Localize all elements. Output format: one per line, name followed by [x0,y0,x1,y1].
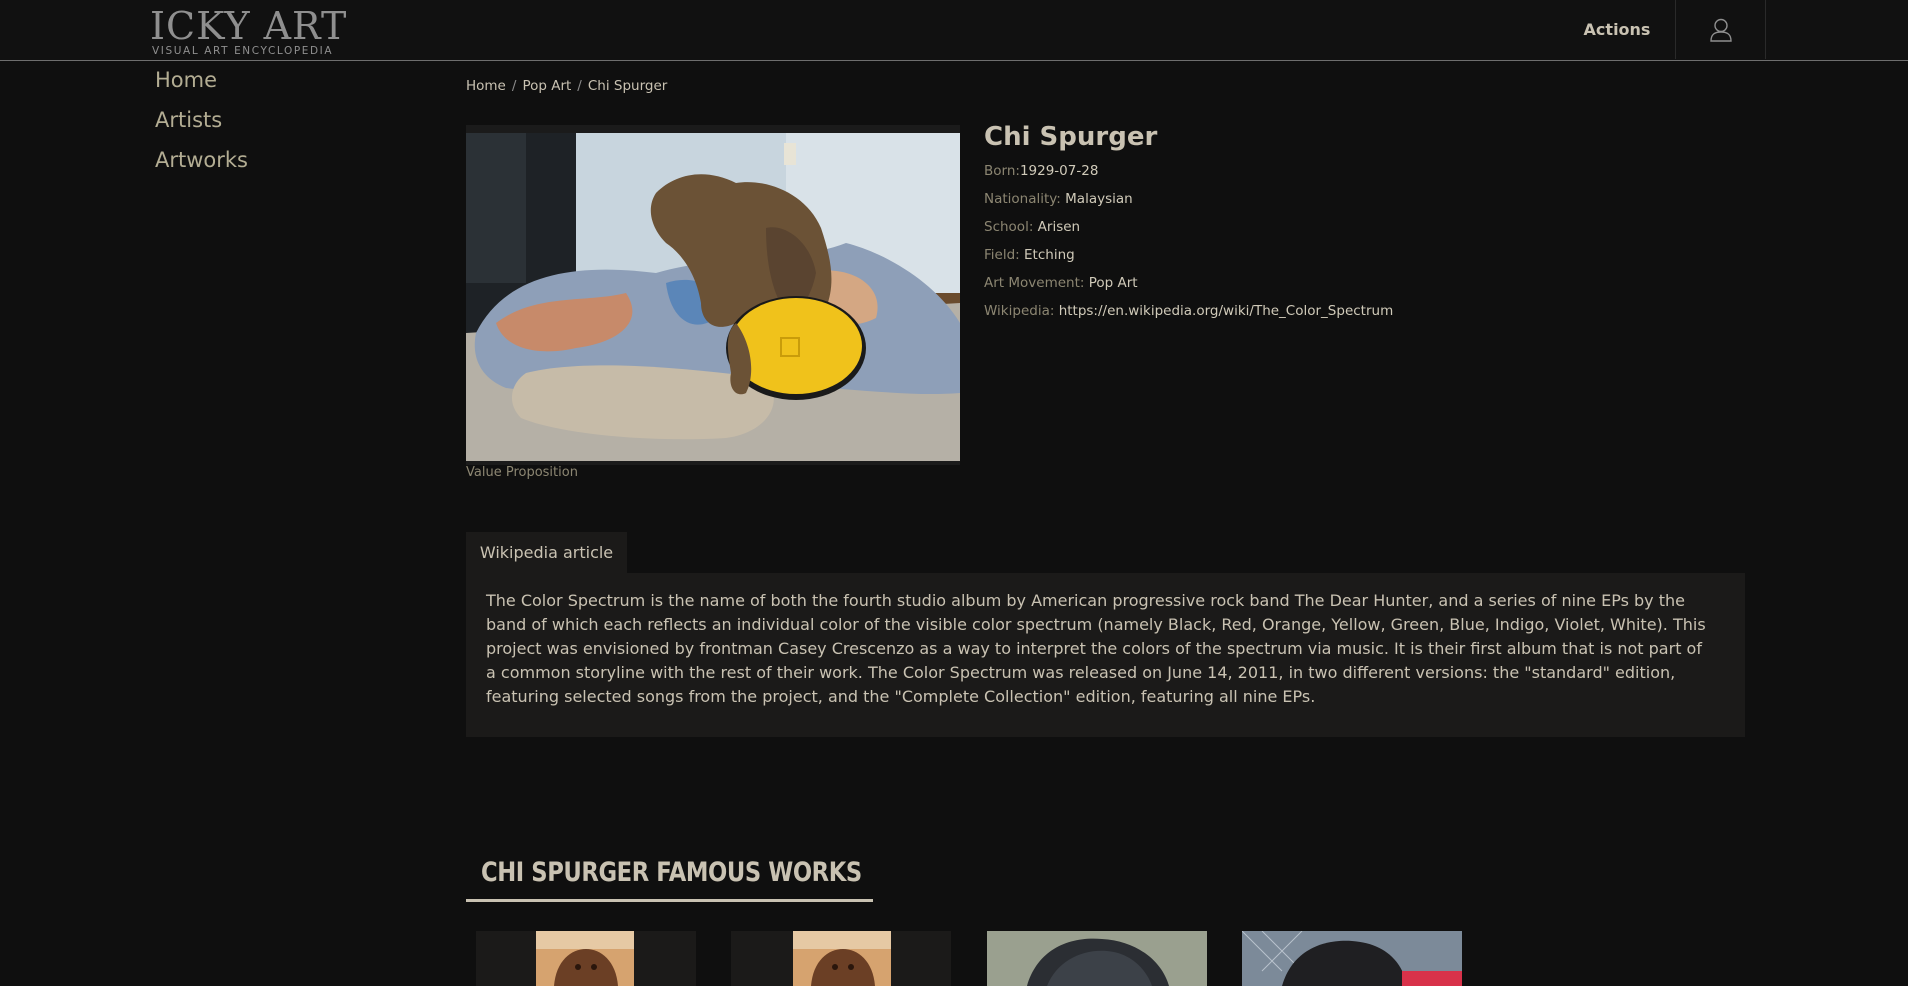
famous-works-heading: CHI SPURGER FAMOUS WORKS [466,855,873,902]
work-card[interactable] [987,931,1207,986]
info-art-movement: Art Movement: Pop Art [984,275,1393,303]
sidebar-item-artworks[interactable]: Artworks [155,144,248,184]
top-navbar: ICKY ART VISUAL ART ENCYCLOPEDIA Actions [0,0,1908,61]
work-card[interactable] [1242,931,1462,986]
article-panel: The Color Spectrum is the name of both t… [466,573,1745,737]
user-account-button[interactable] [1675,0,1766,59]
art-movement-link[interactable]: Pop Art [1089,275,1138,291]
photo-caption: Value Proposition [466,465,578,480]
info-label: Wikipedia: [984,303,1055,319]
info-value: Arisen [1037,219,1081,235]
artwork-thumbnail [987,931,1207,986]
sidebar-nav: Home Artists Artworks [155,64,248,184]
user-icon [1709,18,1732,42]
artwork-thumbnail [793,931,891,986]
sidebar-item-home[interactable]: Home [155,64,248,104]
logo-title: ICKY ART [150,4,348,48]
info-label: Field: [984,247,1020,263]
breadcrumb-separator: / [511,78,517,94]
info-field: Field: Etching [984,247,1393,275]
site-logo[interactable]: ICKY ART VISUAL ART ENCYCLOPEDIA [150,4,350,58]
tab-wikipedia-article[interactable]: Wikipedia article [466,532,627,573]
work-card[interactable] [476,931,696,986]
info-label: Art Movement: [984,275,1085,291]
info-nationality: Nationality: Malaysian [984,191,1393,219]
breadcrumb-separator: / [577,78,582,94]
artist-name: Chi Spurger [984,122,1158,152]
info-wikipedia: Wikipedia: https://en.wikipedia.org/wiki… [984,303,1393,331]
breadcrumb: Home / Pop Art / Chi Spurger [466,78,667,94]
info-label: Born: [984,163,1020,179]
artwork-thumbnail [1242,931,1462,986]
actions-menu-button[interactable]: Actions [1560,0,1674,59]
info-label: Nationality: [984,191,1061,207]
dog-with-frisbee-image [466,133,960,461]
work-card[interactable] [731,931,951,986]
famous-works-title: CHI SPURGER FAMOUS WORKS [481,857,862,888]
info-label: School: [984,219,1034,235]
breadcrumb-current: Chi Spurger [587,78,668,94]
artwork-thumbnail [536,931,634,986]
wikipedia-link[interactable]: https://en.wikipedia.org/wiki/The_Color_… [1059,303,1394,319]
info-school: School: Arisen [984,219,1393,247]
sidebar-item-artists[interactable]: Artists [155,104,248,144]
logo-subtitle: VISUAL ART ENCYCLOPEDIA [152,45,334,57]
info-value: 1929-07-28 [1019,163,1099,179]
breadcrumb-pop-art[interactable]: Pop Art [522,78,571,94]
info-value: Malaysian [1065,191,1133,207]
article-text: The Color Spectrum is the name of both t… [486,591,1706,706]
artist-info: Born:1929-07-28 Nationality: Malaysian S… [984,163,1393,331]
info-value: Etching [1024,247,1075,263]
artist-photo[interactable] [466,125,960,465]
info-born: Born:1929-07-28 [984,163,1393,191]
breadcrumb-home[interactable]: Home [466,78,506,94]
